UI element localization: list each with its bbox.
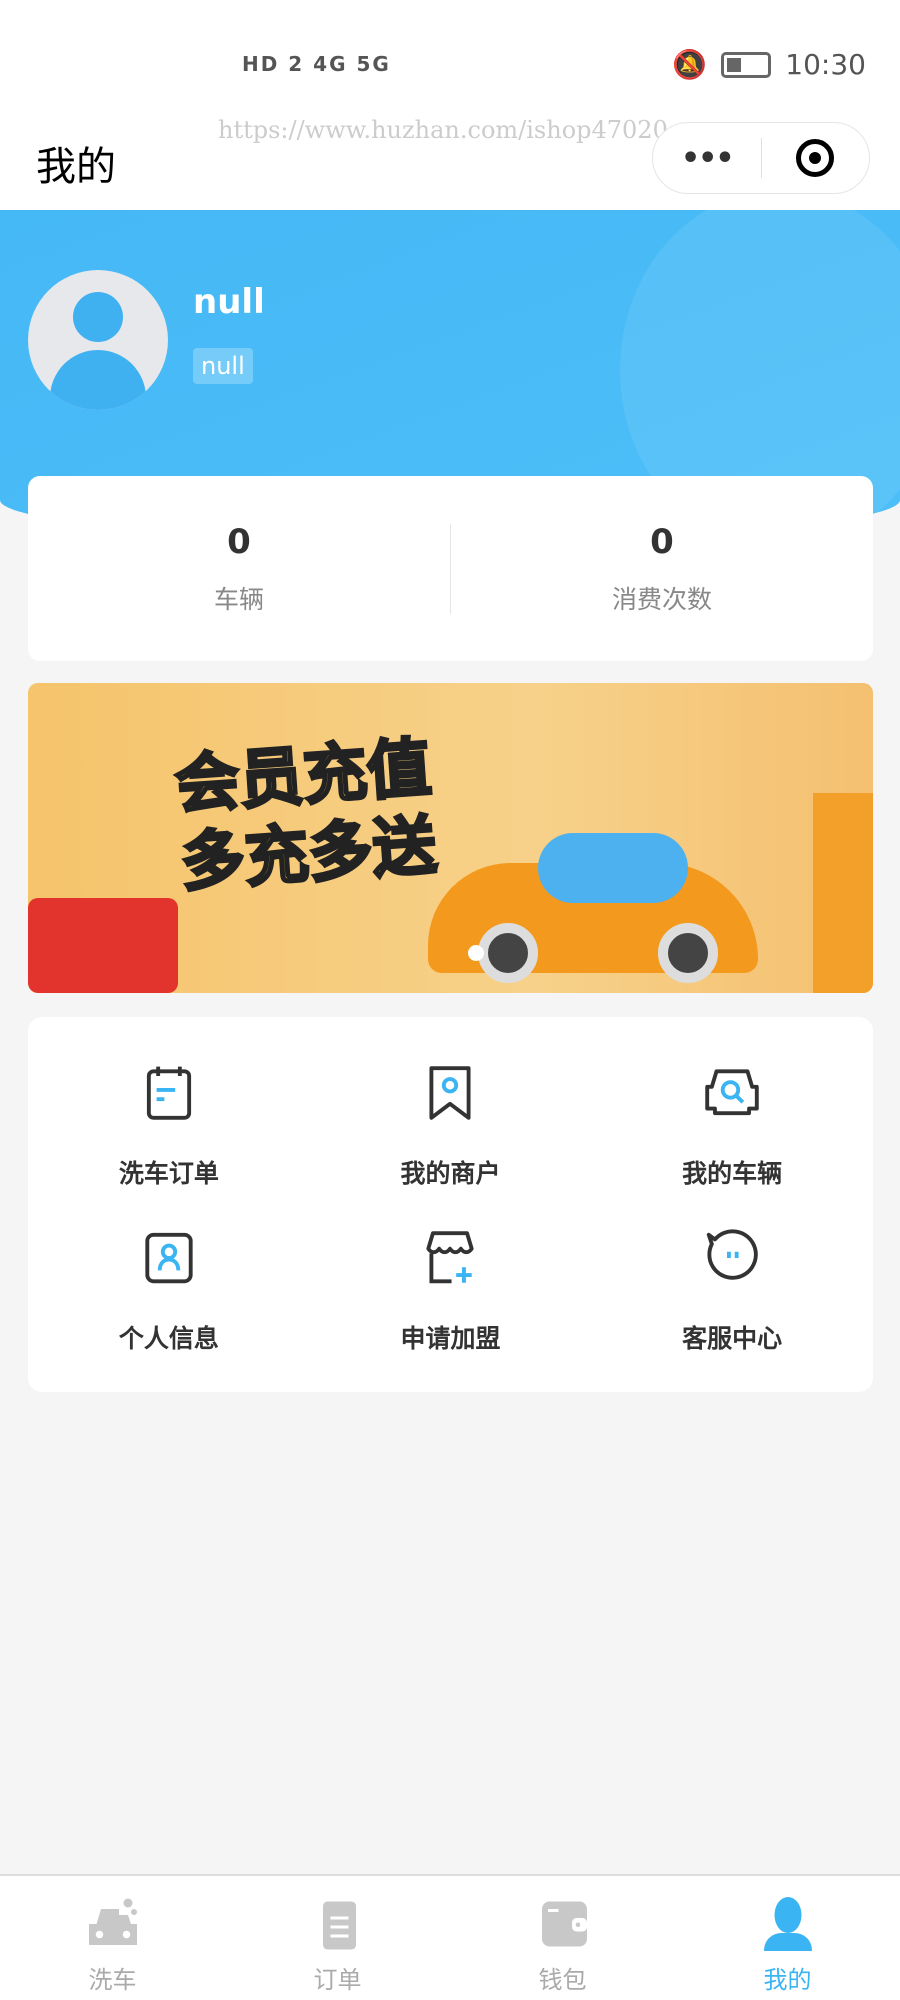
chat-icon — [706, 1229, 758, 1280]
battery-icon — [721, 51, 772, 78]
user-card-icon — [145, 1232, 193, 1284]
menu-label: 洗车订单 — [118, 1159, 219, 1188]
calendar-icon — [146, 1066, 191, 1120]
clipboard-icon — [322, 1901, 356, 1950]
red-packet-image — [28, 898, 178, 993]
tab-wallet[interactable]: 钱包 — [450, 1876, 675, 2000]
status-time: 10:30 — [785, 48, 866, 81]
menu-apply-franchise[interactable]: 申请加盟 — [310, 1227, 592, 1392]
menu-wash-orders[interactable]: 洗车订单 — [28, 1062, 310, 1227]
menu-my-merchants[interactable]: 我的商户 — [310, 1062, 592, 1227]
tab-mine[interactable]: 我的 — [675, 1876, 900, 2000]
menu-label: 我的商户 — [400, 1159, 501, 1188]
wallet-icon — [541, 1901, 587, 1947]
avatar-body — [50, 350, 146, 410]
store-add-icon — [426, 1231, 475, 1284]
wheel — [478, 923, 538, 983]
status-icons: HD 2 4G 5G — [242, 52, 391, 76]
stats-card: 0 车辆 0 消费次数 — [28, 476, 873, 661]
banner-line2: 多充多送 — [177, 808, 441, 903]
wash-station-image — [813, 793, 873, 993]
menu-label: 申请加盟 — [400, 1324, 501, 1353]
tab-orders[interactable]: 订单 — [225, 1876, 450, 2000]
mini-program-capsule: ••• — [652, 122, 870, 194]
close-button[interactable] — [762, 139, 870, 177]
bookmark-icon — [429, 1066, 472, 1120]
tab-label: 订单 — [313, 1966, 362, 1994]
menu-my-vehicles[interactable]: 我的车辆 — [591, 1062, 873, 1227]
tab-bar: 洗车 订单 钱包 我的 — [0, 1874, 900, 2000]
stat-value: 0 — [227, 521, 251, 562]
stat-value: 0 — [650, 521, 674, 562]
menu-label: 客服中心 — [682, 1324, 783, 1353]
stat-consumption[interactable]: 0 消费次数 — [451, 522, 873, 616]
wheel — [658, 923, 718, 983]
watermark: https://www.huzhan.com/ishop47020 — [218, 116, 668, 144]
more-button[interactable]: ••• — [653, 141, 761, 176]
menu-label: 我的车辆 — [682, 1159, 783, 1188]
user-icon — [763, 1897, 812, 1951]
tab-label: 钱包 — [538, 1966, 587, 1994]
user-badge: null — [193, 348, 253, 384]
avatar-head — [73, 292, 123, 342]
status-bar: HD 2 4G 5G 🔕 10:30 — [0, 0, 900, 110]
tab-car-wash[interactable]: 洗车 — [0, 1876, 225, 2000]
promo-banner[interactable]: 会员充值 多充多送 — [28, 683, 873, 993]
target-icon — [796, 139, 835, 177]
tab-label: 洗车 — [88, 1966, 137, 1994]
banner-text: 会员充值 多充多送 — [172, 729, 441, 903]
menu-personal-info[interactable]: 个人信息 — [28, 1227, 310, 1392]
car-search-icon — [705, 1069, 759, 1116]
nav-bar: 我的 https://www.huzhan.com/ishop47020 ••• — [0, 110, 900, 210]
carousel-indicator[interactable] — [468, 945, 484, 961]
menu-grid: 洗车订单 我的商户 我的车辆 个人信息 申请加盟 客服中心 — [28, 1017, 873, 1392]
menu-label: 个人信息 — [118, 1324, 219, 1353]
tab-label: 我的 — [763, 1966, 812, 1994]
car-icon — [88, 1898, 137, 1945]
avatar[interactable] — [28, 270, 168, 410]
bell-muted-icon: 🔕 — [672, 48, 708, 81]
stat-vehicles[interactable]: 0 车辆 — [28, 522, 450, 616]
stat-label: 车辆 — [213, 584, 264, 614]
page-title: 我的 — [36, 144, 116, 190]
foam-image — [538, 833, 688, 903]
user-name: null — [193, 282, 265, 322]
menu-customer-service[interactable]: 客服中心 — [591, 1227, 873, 1392]
stat-label: 消费次数 — [611, 584, 712, 614]
